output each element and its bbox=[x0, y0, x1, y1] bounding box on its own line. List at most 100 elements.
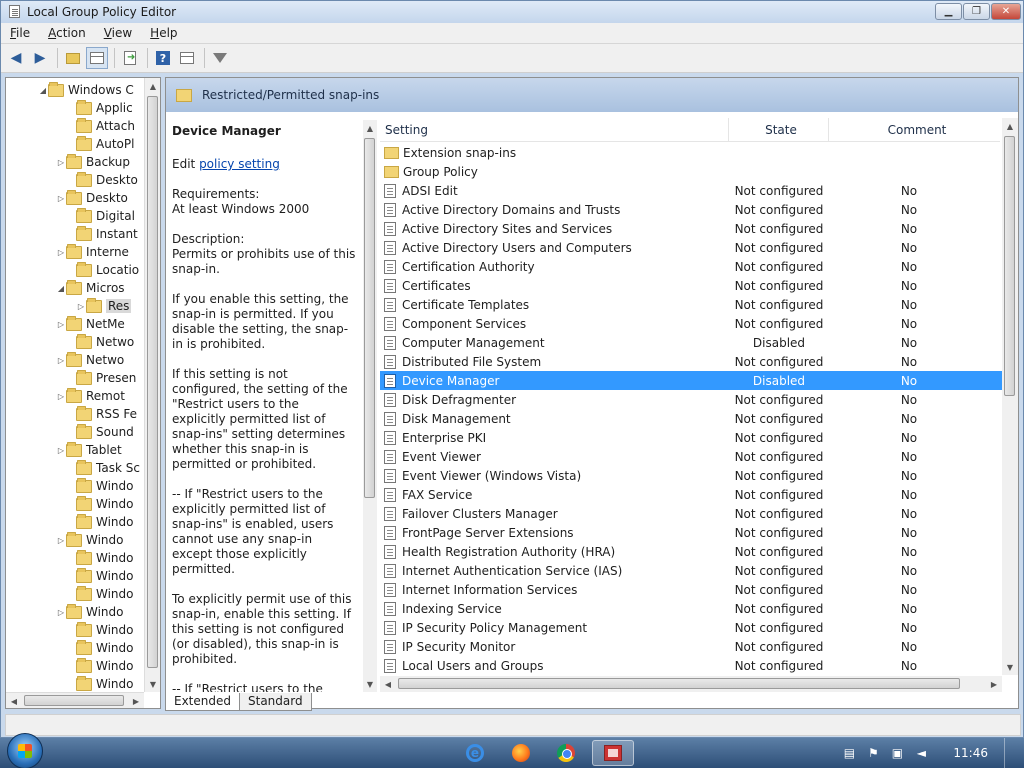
policy-row[interactable]: Component Services Not configured No bbox=[380, 314, 1002, 333]
tree-hscroll-thumb[interactable] bbox=[24, 695, 124, 706]
tab-standard[interactable]: Standard bbox=[239, 693, 312, 711]
policy-row[interactable]: Device Manager Disabled No bbox=[380, 371, 1002, 390]
properties-button[interactable] bbox=[176, 47, 198, 69]
list-hscroll-thumb[interactable] bbox=[398, 678, 960, 689]
expand-arrow-icon[interactable]: ▷ bbox=[56, 158, 66, 167]
policy-row[interactable]: Active Directory Sites and Services Not c… bbox=[380, 219, 1002, 238]
tree-item[interactable]: Applic bbox=[6, 99, 144, 117]
tree-item[interactable]: ◢ Micros bbox=[6, 279, 144, 297]
tree-item[interactable]: Attach bbox=[6, 117, 144, 135]
description-scroll-thumb[interactable] bbox=[364, 138, 375, 498]
scroll-left-icon[interactable]: ◀ bbox=[380, 676, 396, 692]
scroll-up-icon[interactable]: ▲ bbox=[362, 120, 378, 136]
tree-item[interactable]: Deskto bbox=[6, 171, 144, 189]
tree-item[interactable]: Windo bbox=[6, 585, 144, 603]
list-vertical-scrollbar[interactable]: ▲ ▼ bbox=[1002, 118, 1018, 675]
expand-arrow-icon[interactable]: ▷ bbox=[56, 536, 66, 545]
taskbar-firefox[interactable] bbox=[500, 740, 542, 766]
tree-item[interactable]: ▷ Windo bbox=[6, 531, 144, 549]
tree-item[interactable]: Sound bbox=[6, 423, 144, 441]
policy-row[interactable]: Distributed File System Not configured No bbox=[380, 352, 1002, 371]
policy-row[interactable]: Certification Authority Not configured No bbox=[380, 257, 1002, 276]
taskbar-internet-explorer[interactable]: e bbox=[454, 740, 496, 766]
tree-item[interactable]: ▷ Deskto bbox=[6, 189, 144, 207]
expand-arrow-icon[interactable]: ▷ bbox=[56, 248, 66, 257]
menu-item-file[interactable]: File bbox=[1, 26, 39, 40]
expand-arrow-icon[interactable]: ▷ bbox=[56, 446, 66, 455]
policy-row[interactable]: Internet Authentication Service (IAS) Not… bbox=[380, 561, 1002, 580]
scroll-right-icon[interactable]: ▶ bbox=[986, 676, 1002, 692]
forward-button[interactable]: ▶ bbox=[29, 47, 51, 69]
taskbar-chrome[interactable] bbox=[545, 740, 587, 766]
policy-row[interactable]: IP Security Monitor Not configured No bbox=[380, 637, 1002, 656]
tree-item[interactable]: Windo bbox=[6, 495, 144, 513]
tree-item[interactable]: ◢ Windows C bbox=[6, 81, 144, 99]
clock[interactable]: 11:46 bbox=[953, 746, 988, 760]
tree-item[interactable]: AutoPl bbox=[6, 135, 144, 153]
tree-item[interactable]: Digital bbox=[6, 207, 144, 225]
tree-item[interactable]: ▷ Res bbox=[6, 297, 144, 315]
action-center-flag-icon[interactable]: ⚑ bbox=[866, 746, 880, 760]
tree-vertical-scrollbar[interactable]: ▲ ▼ bbox=[144, 78, 160, 692]
filter-button[interactable] bbox=[209, 47, 231, 69]
scroll-down-icon[interactable]: ▼ bbox=[1002, 659, 1018, 675]
show-desktop-button[interactable] bbox=[1004, 738, 1016, 768]
menu-item-view[interactable]: View bbox=[95, 26, 141, 40]
expand-arrow-icon[interactable]: ▷ bbox=[76, 302, 86, 311]
tree-item[interactable]: Windo bbox=[6, 477, 144, 495]
tree-item[interactable]: Windo bbox=[6, 567, 144, 585]
policy-row[interactable]: Enterprise PKI Not configured No bbox=[380, 428, 1002, 447]
policy-row[interactable]: Event Viewer (Windows Vista) Not configur… bbox=[380, 466, 1002, 485]
tree-item[interactable]: Task Sc bbox=[6, 459, 144, 477]
folder-row[interactable]: Extension snap-ins bbox=[380, 143, 1002, 162]
tab-extended[interactable]: Extended bbox=[165, 693, 240, 711]
scroll-down-icon[interactable]: ▼ bbox=[362, 676, 378, 692]
policy-row[interactable]: IP Security Policy Management Not configu… bbox=[380, 618, 1002, 637]
policy-row[interactable]: Certificate Templates Not configured No bbox=[380, 295, 1002, 314]
taskbar-gpedit[interactable] bbox=[592, 740, 634, 766]
tree-item[interactable]: ▷ Remot bbox=[6, 387, 144, 405]
tree-item[interactable]: ▷ NetMe bbox=[6, 315, 144, 333]
tree-item[interactable]: Windo bbox=[6, 657, 144, 675]
title-bar[interactable]: Local Group Policy Editor ▁ ❐ ✕ bbox=[1, 1, 1023, 23]
scroll-up-icon[interactable]: ▲ bbox=[145, 78, 160, 94]
expand-arrow-icon[interactable]: ◢ bbox=[38, 86, 48, 95]
minimize-button[interactable]: ▁ bbox=[935, 3, 962, 20]
document-tray-icon[interactable]: ▤ bbox=[842, 746, 856, 760]
expand-arrow-icon[interactable]: ▷ bbox=[56, 320, 66, 329]
policy-row[interactable]: Local Users and Groups Not configured No bbox=[380, 656, 1002, 675]
column-header-comment[interactable]: Comment bbox=[829, 118, 1000, 142]
close-button[interactable]: ✕ bbox=[991, 3, 1021, 20]
tree-item[interactable]: Windo bbox=[6, 639, 144, 657]
folder-row[interactable]: Group Policy bbox=[380, 162, 1002, 181]
policy-row[interactable]: Internet Information Services Not configu… bbox=[380, 580, 1002, 599]
tree-item[interactable]: ▷ Backup bbox=[6, 153, 144, 171]
expand-arrow-icon[interactable]: ▷ bbox=[56, 356, 66, 365]
tree-item[interactable]: Locatio bbox=[6, 261, 144, 279]
volume-muted-icon[interactable]: ◄ bbox=[914, 746, 928, 760]
tree-item[interactable]: Presen bbox=[6, 369, 144, 387]
tree-scroll-thumb[interactable] bbox=[147, 96, 158, 668]
tree-item[interactable]: Windo bbox=[6, 549, 144, 567]
scroll-right-icon[interactable]: ▶ bbox=[128, 693, 144, 708]
scroll-down-icon[interactable]: ▼ bbox=[145, 676, 160, 692]
policy-row[interactable]: Certificates Not configured No bbox=[380, 276, 1002, 295]
show-hide-tree-button[interactable] bbox=[86, 47, 108, 69]
expand-arrow-icon[interactable]: ▷ bbox=[56, 608, 66, 617]
policy-row[interactable]: Computer Management Disabled No bbox=[380, 333, 1002, 352]
tree-horizontal-scrollbar[interactable]: ◀ ▶ bbox=[6, 692, 144, 708]
policy-row[interactable]: Event Viewer Not configured No bbox=[380, 447, 1002, 466]
policy-row[interactable]: FrontPage Server Extensions Not configure… bbox=[380, 523, 1002, 542]
tree-item[interactable]: ▷ Tablet bbox=[6, 441, 144, 459]
tree-item[interactable]: ▷ Windo bbox=[6, 603, 144, 621]
menu-item-help[interactable]: Help bbox=[141, 26, 186, 40]
start-button[interactable] bbox=[7, 733, 43, 768]
policy-row[interactable]: FAX Service Not configured No bbox=[380, 485, 1002, 504]
tree-item[interactable]: Instant bbox=[6, 225, 144, 243]
tree-item[interactable]: Netwo bbox=[6, 333, 144, 351]
policy-row[interactable]: Active Directory Domains and Trusts Not c… bbox=[380, 200, 1002, 219]
description-scrollbar[interactable]: ▲ ▼ bbox=[363, 120, 377, 692]
help-button[interactable]: ? bbox=[152, 47, 174, 69]
up-one-level-button[interactable] bbox=[62, 47, 84, 69]
column-header-state[interactable]: State bbox=[729, 117, 829, 142]
